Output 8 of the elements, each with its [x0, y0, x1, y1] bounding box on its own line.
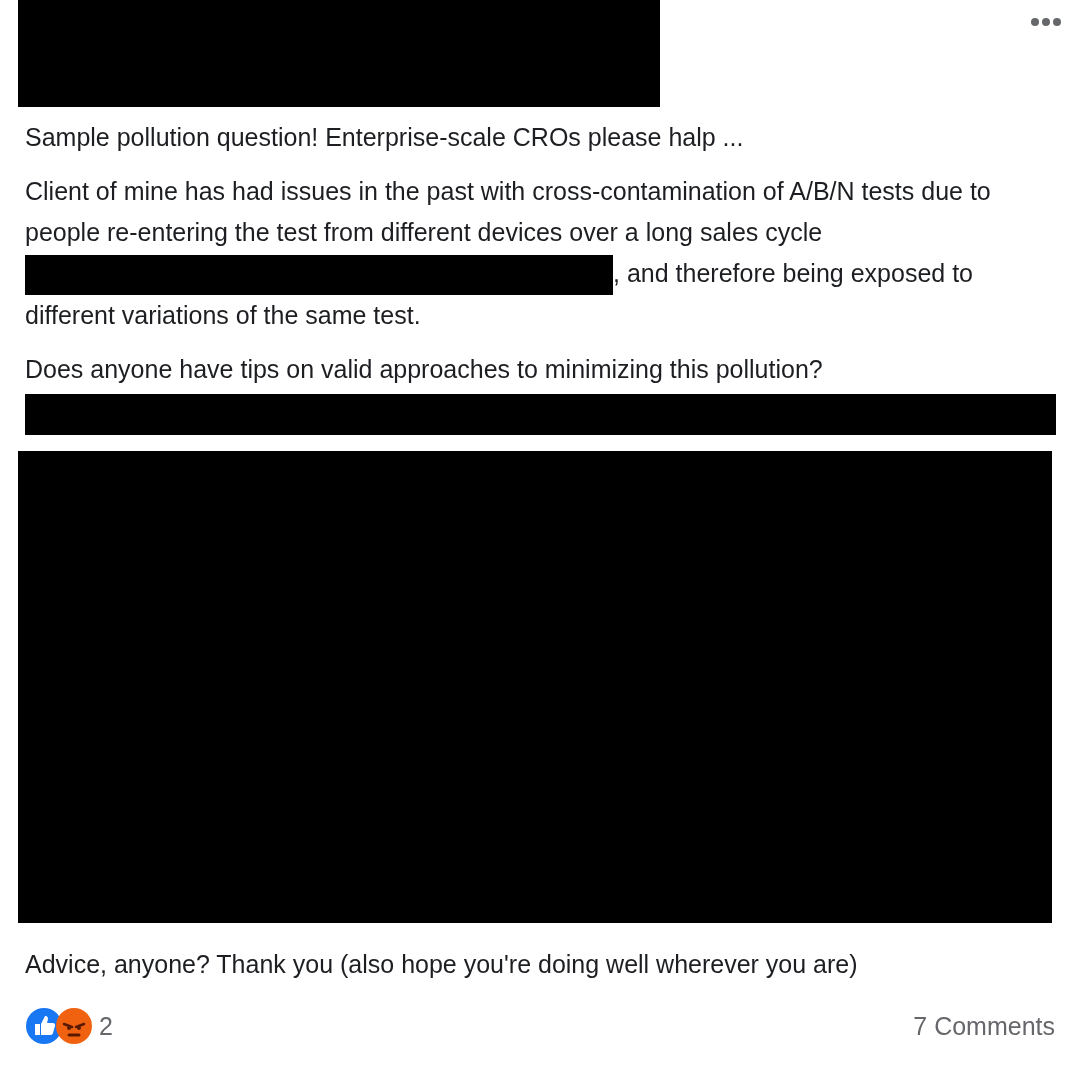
post-paragraph: Client of mine has had issues in the past with cross-contamination of A/B/N tests due to people re-entering the test from different devices over a long sales cycle , and therefore being exposed to different variations of the same test.: [25, 176, 992, 332]
angry-reaction-icon[interactable]: [55, 1007, 93, 1046]
post-closing: Advice, anyone? Thank you (also hope you're doing well wherever you are): [24, 949, 859, 981]
reaction-count[interactable]: 2: [99, 1011, 113, 1041]
post-question: Does anyone have tips on valid approaches to minimizing this pollution?: [25, 354, 824, 386]
post-title: Sample pollution question! Enterprise-scale CROs please halp ...: [25, 122, 745, 153]
comments-link[interactable]: 7 Comments: [913, 1011, 1055, 1041]
more-options-icon[interactable]: [1030, 17, 1062, 27]
